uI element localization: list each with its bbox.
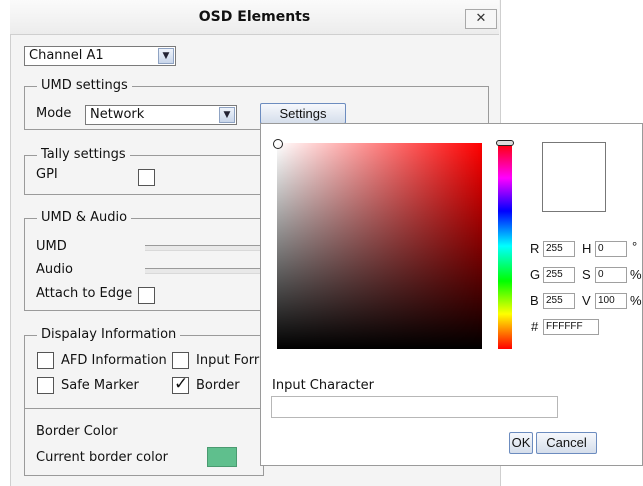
v-label: V: [582, 293, 591, 308]
channel-select-value: Channel A1: [29, 48, 104, 63]
b-label: B: [530, 293, 539, 308]
hue-slider[interactable]: [498, 143, 512, 349]
display-information-legend: Dispalay Information: [37, 327, 181, 342]
ok-button[interactable]: OK: [509, 432, 533, 454]
s-field[interactable]: 0: [595, 267, 627, 283]
input-format-label: Input Forr: [196, 353, 260, 368]
display-information-group: [24, 335, 264, 409]
color-preview-swatch: [542, 142, 606, 212]
gpi-label: GPI: [36, 167, 58, 182]
g-label: G: [530, 267, 541, 282]
s-label: S: [582, 267, 591, 282]
v-field[interactable]: 100: [595, 293, 627, 309]
audio-slider[interactable]: [145, 268, 260, 274]
umd-settings-legend: UMD settings: [37, 78, 132, 93]
input-format-checkbox[interactable]: [172, 352, 189, 369]
h-field[interactable]: 0: [595, 241, 627, 257]
mode-label: Mode: [36, 106, 72, 121]
h-unit: °: [632, 239, 638, 254]
current-border-color-swatch[interactable]: [207, 447, 237, 467]
color-cursor[interactable]: [273, 139, 283, 149]
current-border-color-label: Current border color: [36, 450, 169, 465]
r-label: R: [530, 241, 540, 256]
safe-marker-label: Safe Marker: [61, 378, 139, 393]
h-label: H: [582, 241, 592, 256]
input-character-field[interactable]: [271, 396, 558, 418]
cancel-button[interactable]: Cancel: [536, 432, 597, 454]
dialog-title: OSD Elements: [198, 9, 311, 25]
afd-information-checkbox[interactable]: [37, 352, 54, 369]
umd-label: UMD: [36, 239, 67, 254]
hue-slider-handle[interactable]: [496, 140, 514, 146]
chevron-down-icon: ▼: [158, 48, 174, 64]
s-unit: %: [630, 267, 642, 282]
dialog-titlebar: OSD Elements ✕: [10, 0, 499, 35]
r-field[interactable]: 255: [543, 241, 575, 257]
input-character-label: Input Character: [272, 378, 374, 393]
umd-slider[interactable]: [145, 245, 260, 251]
attach-to-edge-checkbox[interactable]: [138, 287, 155, 304]
v-unit: %: [630, 293, 642, 308]
border-label: Border: [196, 378, 240, 393]
gpi-checkbox[interactable]: [138, 169, 155, 186]
close-icon: ✕: [475, 11, 487, 26]
border-color-title: Border Color: [36, 424, 118, 439]
settings-button[interactable]: Settings: [260, 103, 346, 124]
tally-settings-legend: Tally settings: [37, 147, 130, 162]
audio-label: Audio: [36, 262, 73, 277]
g-field[interactable]: 255: [543, 267, 575, 283]
umd-audio-legend: UMD & Audio: [37, 210, 132, 225]
saturation-value-area[interactable]: [277, 143, 482, 349]
mode-select-value: Network: [90, 107, 145, 122]
chevron-down-icon: ▼: [219, 107, 235, 123]
border-checkbox[interactable]: [172, 374, 189, 394]
mode-select[interactable]: Network ▼: [85, 105, 237, 125]
hex-field[interactable]: FFFFFF: [543, 319, 599, 335]
b-field[interactable]: 255: [543, 293, 575, 309]
hex-label: #: [531, 319, 539, 334]
attach-to-edge-label: Attach to Edge: [36, 286, 133, 301]
afd-information-label: AFD Information: [61, 353, 167, 368]
safe-marker-checkbox[interactable]: [37, 377, 54, 394]
close-button[interactable]: ✕: [465, 9, 497, 29]
channel-select[interactable]: Channel A1 ▼: [24, 46, 176, 66]
